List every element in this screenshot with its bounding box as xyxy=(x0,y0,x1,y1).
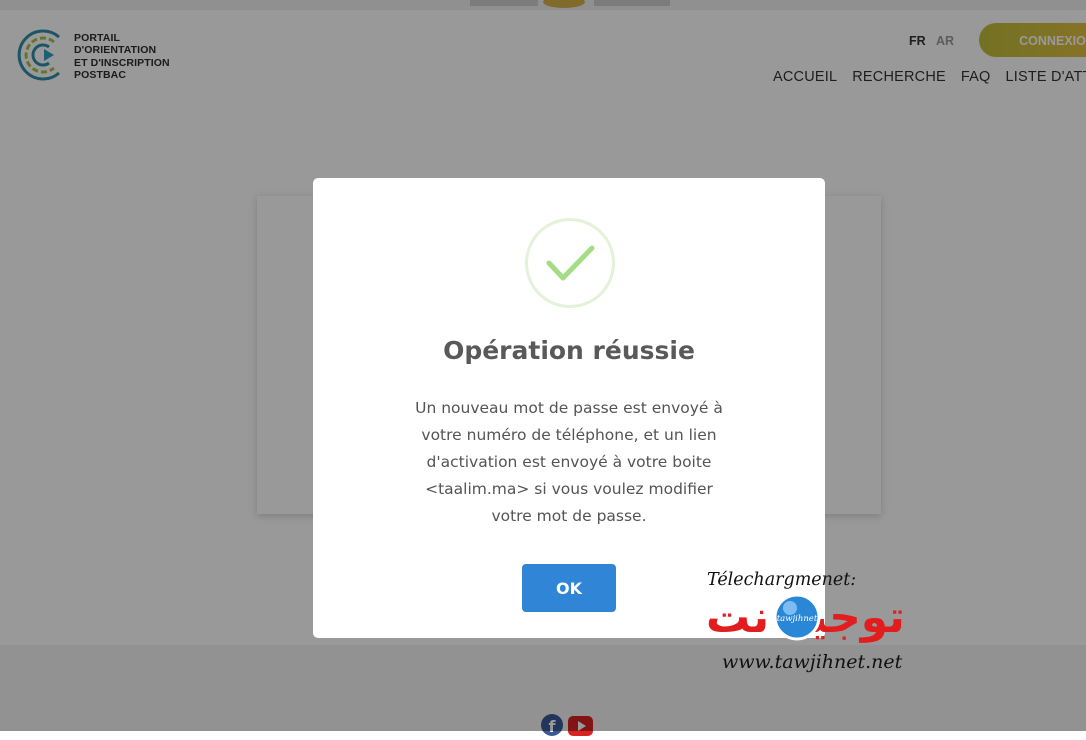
watermark-badge: tawjihnet xyxy=(777,614,818,624)
watermark-label: Télechargmenet: xyxy=(707,570,857,590)
success-dialog: Opération réussie Un nouveau mot de pass… xyxy=(313,178,825,638)
watermark-url: www.tawjihnet.net xyxy=(722,651,903,673)
check-icon xyxy=(525,218,615,308)
watermark-ball-icon: tawjihnet xyxy=(773,593,821,641)
dialog-message: Un nouveau mot de passe est envoyé à vot… xyxy=(415,399,723,525)
dialog-title: Opération réussie xyxy=(443,336,695,365)
ok-button[interactable]: OK xyxy=(522,564,616,612)
